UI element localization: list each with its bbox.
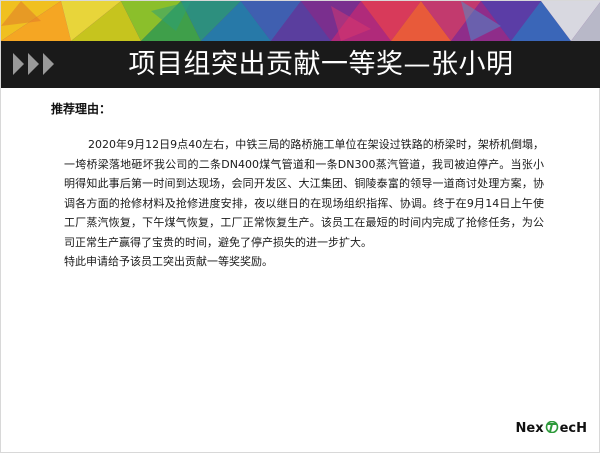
reason-label: 推荐理由： [51,102,112,116]
reason-paragraph: 2020年9月12日9点40左右，中铁三局的路桥施工单位在架设过铁路的桥梁时，架… [64,138,544,249]
arrow-decoration [13,53,54,75]
colorful-triangle-banner [1,1,600,41]
chevron-right-icon [28,53,39,75]
nextech-logo: Nex ecH [515,420,587,436]
chevron-right-icon [13,53,24,75]
slide-title: 项目组突出贡献一等奖—张小明 [128,49,514,80]
body-text: 2020年9月12日9点40左右，中铁三局的路桥施工单位在架设过铁路的桥梁时，架… [64,135,544,272]
logo-mark-icon [545,421,558,433]
title-bar: 项目组突出贡献一等奖—张小明 [1,41,600,88]
logo-text-suffix: ecH [559,421,587,436]
chevron-right-icon [43,53,54,75]
logo-text-prefix: Nex [515,421,544,436]
slide: 项目组突出贡献一等奖—张小明 推荐理由： 2020年9月12日9点40左右，中铁… [0,0,600,453]
request-paragraph: 特此申请给予该员工突出贡献一等奖奖励。 [64,255,273,268]
